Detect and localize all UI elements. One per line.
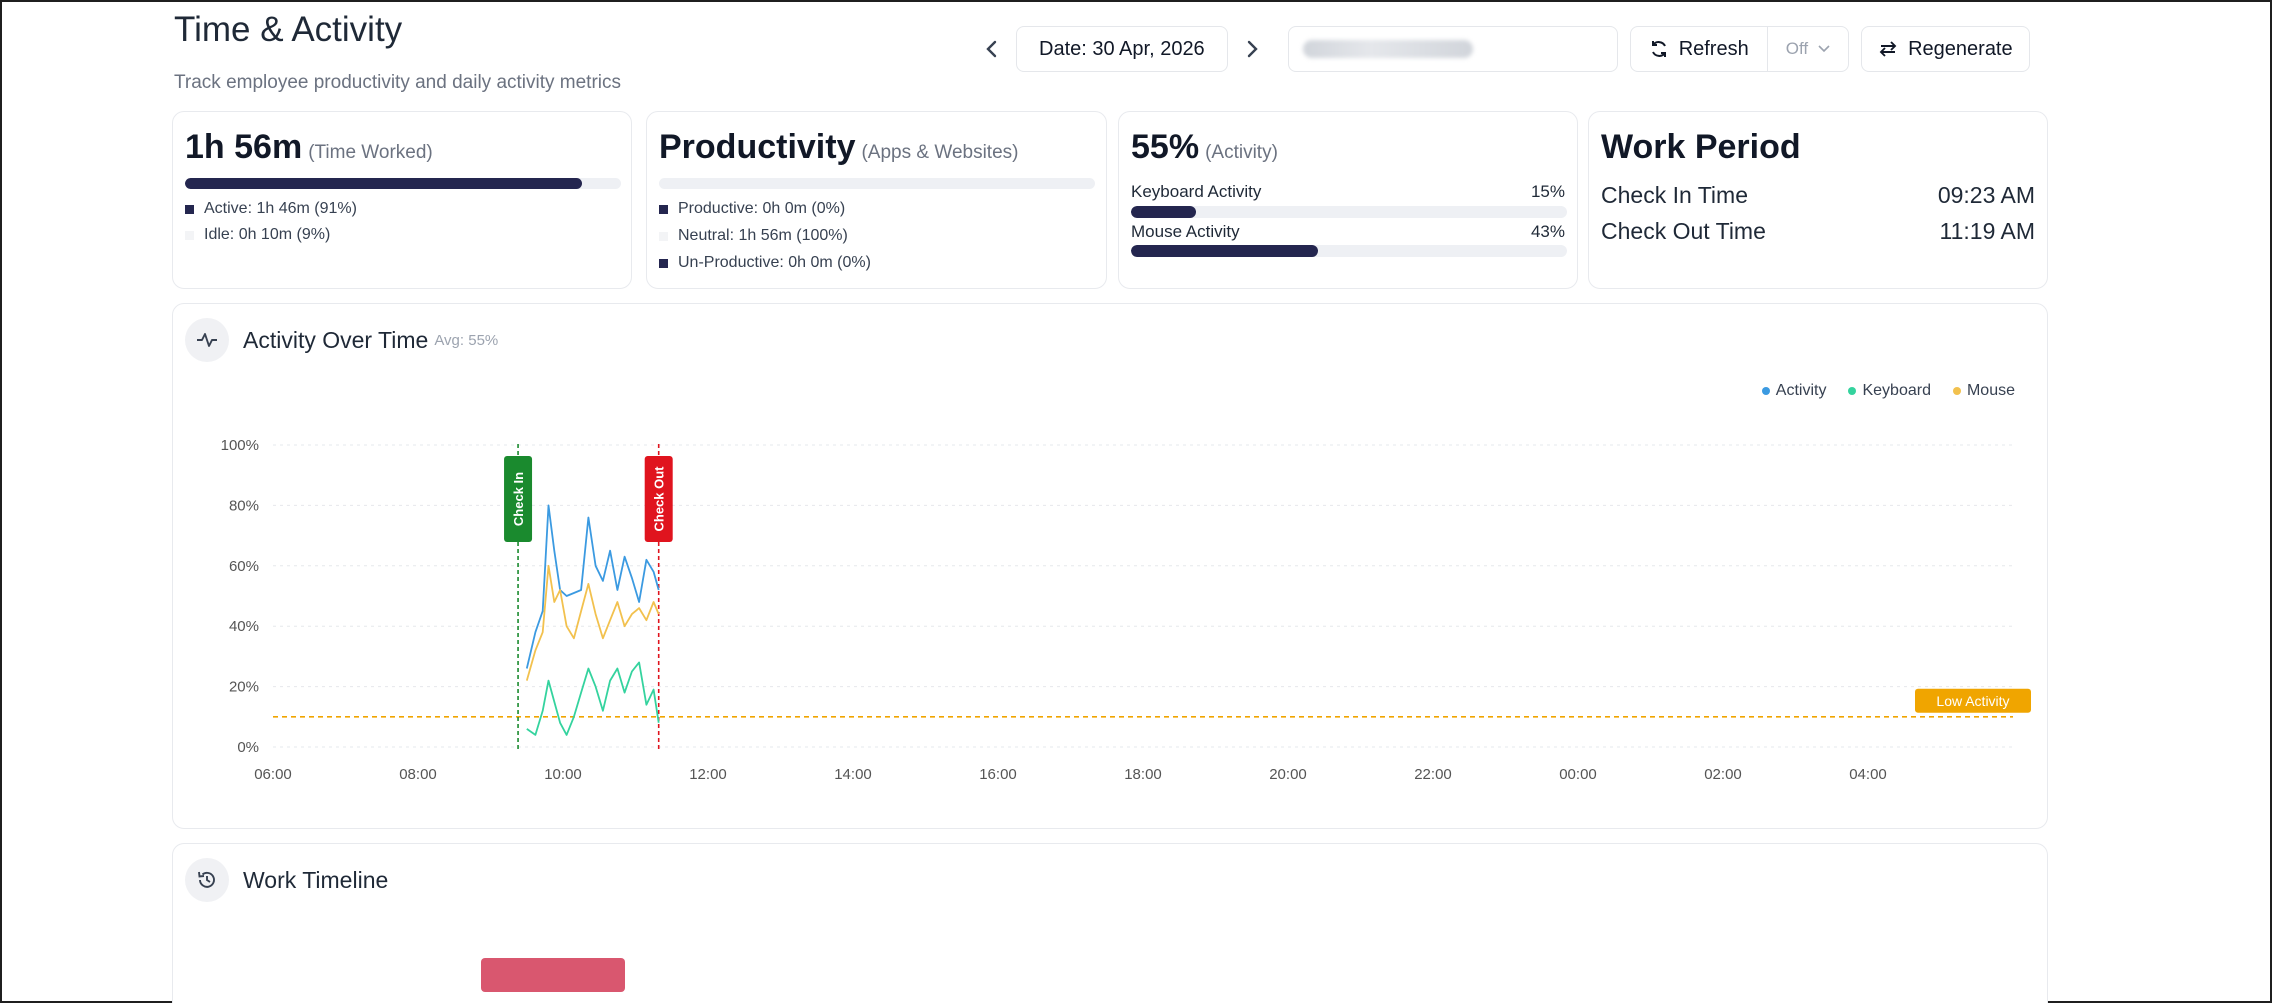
check-in-label: Check In Time (1601, 182, 1748, 208)
refresh-icon (1651, 41, 1666, 57)
activity-label: (Activity) (1205, 142, 1278, 163)
active-text: Active: 1h 46m (91%) (204, 200, 357, 217)
check-in-value: 09:23 AM (1937, 182, 2035, 208)
active-legend: Active: 1h 46m (91%) (185, 200, 357, 218)
low-activity-label: Low Activity (1936, 693, 2009, 709)
check-out-value: 11:19 AM (1939, 218, 2035, 244)
auto-refresh-select[interactable]: Off (1768, 39, 1848, 59)
x-tick-label: 08:00 (399, 766, 437, 783)
regenerate-label: Regenerate (1908, 37, 2013, 60)
x-tick-label: 20:00 (1269, 766, 1307, 783)
mouse-activity-value: 43% (1530, 222, 1565, 241)
swap-icon (1879, 41, 1897, 57)
timeline-work-block[interactable] (481, 958, 625, 992)
idle-legend: Idle: 0h 10m (9%) (185, 226, 330, 244)
check-in-marker-label: Check In (511, 472, 526, 526)
check-out-label: Check Out Time (1601, 218, 1766, 244)
history-icon (198, 871, 215, 888)
y-tick-label: 60% (229, 558, 259, 575)
time-worked-card: 1h 56m (Time Worked) Active: 1h 46m (91%… (172, 111, 632, 289)
prev-date-button[interactable] (972, 26, 1012, 72)
keyboard-activity-bar-fill (1131, 206, 1197, 218)
activity-card: 55% (Activity) Keyboard Activity 15% Mou… (1118, 111, 1578, 289)
idle-swatch (185, 230, 194, 240)
redacted-employee-name (1302, 40, 1473, 58)
x-tick-label: 02:00 (1704, 766, 1742, 783)
x-tick-label: 16:00 (979, 766, 1017, 783)
productive-text: Productive: 0h 0m (0%) (678, 200, 846, 217)
refresh-label: Refresh (1678, 37, 1749, 60)
productive-swatch (659, 204, 668, 214)
productivity-label: (Apps & Websites) (861, 142, 1019, 163)
y-tick-label: 40% (229, 618, 259, 635)
mouse-activity-bar-fill (1131, 245, 1319, 257)
x-tick-label: 18:00 (1124, 766, 1162, 783)
productive-legend: Productive: 0h 0m (0%) (659, 200, 845, 218)
refresh-group: Refresh Off (1629, 26, 1850, 72)
active-swatch (185, 204, 194, 214)
date-picker-button[interactable]: Date: 30 Apr, 2026 (1016, 26, 1228, 72)
neutral-swatch (659, 231, 668, 241)
work-period-title: Work Period (1601, 128, 1801, 166)
regenerate-button[interactable]: Regenerate (1861, 26, 2030, 72)
chevron-right-icon (1247, 40, 1258, 58)
productivity-title: Productivity (659, 128, 856, 166)
x-tick-label: 14:00 (834, 766, 872, 783)
productivity-card: Productivity (Apps & Websites) Productiv… (646, 111, 1107, 289)
time-worked-bar-fill (185, 178, 582, 189)
mouse-activity-row: Mouse Activity 43% (1131, 222, 1565, 242)
x-tick-label: 00:00 (1559, 766, 1597, 783)
y-tick-label: 100% (221, 437, 259, 454)
neutral-text: Neutral: 1h 56m (100%) (678, 227, 848, 244)
mouse-activity-label: Mouse Activity (1131, 222, 1240, 241)
x-tick-label: 12:00 (689, 766, 727, 783)
unproductive-text: Un-Productive: 0h 0m (0%) (678, 254, 871, 271)
keyboard-activity-label: Keyboard Activity (1131, 182, 1262, 201)
activity-over-time-panel: Activity Over Time Avg: 55% Activity Key… (172, 303, 2048, 829)
chevron-left-icon (986, 40, 997, 58)
work-timeline-title: Work Timeline (243, 866, 389, 893)
x-tick-label: 22:00 (1414, 766, 1452, 783)
x-tick-label: 10:00 (544, 766, 582, 783)
page-subtitle: Track employee productivity and daily ac… (174, 72, 622, 93)
unproductive-legend: Un-Productive: 0h 0m (0%) (659, 254, 871, 272)
time-worked-label: (Time Worked) (308, 142, 433, 163)
y-tick-label: 0% (237, 739, 259, 756)
refresh-button[interactable]: Refresh (1631, 27, 1768, 71)
check-out-row: Check Out Time 11:19 AM (1601, 218, 2035, 245)
work-timeline-panel: Work Timeline (172, 843, 2048, 1003)
page-title: Time & Activity (174, 10, 403, 49)
time-worked-value: 1h 56m (185, 128, 303, 166)
employee-select[interactable] (1287, 26, 1618, 72)
series-keyboard-line (526, 661, 660, 736)
idle-text: Idle: 0h 10m (9%) (204, 226, 331, 243)
page: Time & Activity Track employee productiv… (172, 0, 2048, 1003)
activity-value: 55% (1131, 128, 1200, 166)
productivity-bar (659, 178, 1095, 189)
unproductive-swatch (659, 258, 668, 268)
check-out-marker-label: Check Out (652, 466, 667, 532)
mouse-activity-bar (1131, 245, 1567, 257)
y-tick-label: 80% (229, 497, 259, 514)
keyboard-activity-row: Keyboard Activity 15% (1131, 182, 1565, 202)
next-date-button[interactable] (1232, 26, 1272, 72)
x-tick-label: 04:00 (1849, 766, 1887, 783)
auto-refresh-value: Off (1785, 39, 1809, 58)
y-tick-label: 20% (229, 679, 259, 696)
x-tick-label: 06:00 (254, 766, 292, 783)
work-period-card: Work Period Check In Time 09:23 AM Check… (1588, 111, 2048, 289)
keyboard-activity-bar (1131, 206, 1567, 218)
time-worked-bar (185, 178, 621, 189)
chevron-down-icon (1818, 45, 1830, 53)
check-in-row: Check In Time 09:23 AM (1601, 182, 2035, 209)
toolbar: Date: 30 Apr, 2026 Refresh Off Regenerat… (972, 26, 2030, 72)
neutral-legend: Neutral: 1h 56m (100%) (659, 227, 848, 245)
activity-chart: 100% 80% 60% 40% 20% 0% 06:00 08:00 10:00 12:00 14… (221, 437, 2031, 783)
keyboard-activity-value: 15% (1530, 182, 1565, 201)
